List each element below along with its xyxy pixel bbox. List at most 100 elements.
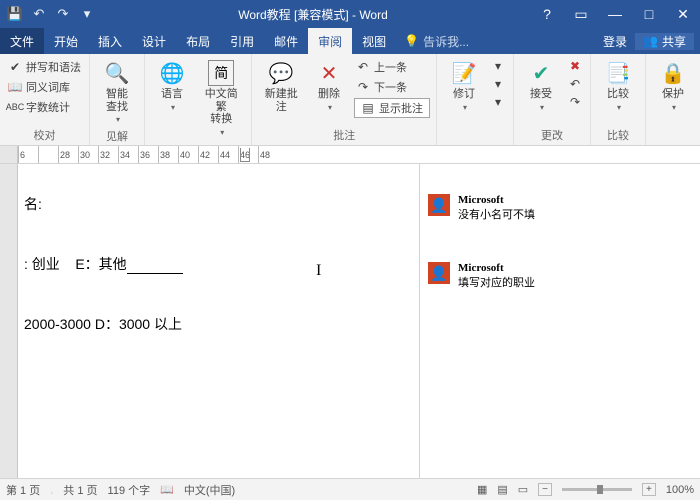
tab-references[interactable]: 引用 [220, 28, 264, 54]
lookup-icon: 🔍 [104, 60, 130, 86]
thesaurus-button[interactable]: 📖同义词库 [6, 78, 83, 96]
status-lang[interactable]: 中文(中国) [184, 482, 235, 498]
zoom-level[interactable]: 100% [666, 484, 694, 496]
title-bar: 💾 ↶ ↷ ▾ Word教程 [兼容模式] - Word ? ▭ — □ ✕ [0, 0, 700, 28]
vertical-ruler[interactable] [0, 164, 18, 484]
prev-change-button[interactable]: ↶ [566, 76, 584, 92]
group-proofing: ✔拼写和语法 📖同义词库 ABC字数统计 校对 [0, 54, 90, 145]
doc-line: 2000-3000 D：3000 以上 [24, 314, 405, 334]
tab-design[interactable]: 设计 [132, 28, 176, 54]
thesaurus-icon: 📖 [8, 80, 22, 94]
maximize-icon[interactable]: □ [632, 0, 666, 28]
prev-icon: ↶ [356, 60, 370, 74]
tracking-opt[interactable]: ▾ [489, 94, 507, 110]
quick-access-toolbar: 💾 ↶ ↷ ▾ [0, 5, 96, 23]
prev-icon: ↶ [568, 77, 582, 91]
window-controls: ? ▭ — □ ✕ [530, 0, 700, 28]
status-proof-icon[interactable]: 📖 [160, 483, 174, 496]
group-protect: 🔒 保护 [646, 54, 700, 145]
next-change-button[interactable]: ↷ [566, 94, 584, 110]
accept-button[interactable]: ✔ 接受 [520, 58, 562, 114]
qat-more-icon[interactable]: ▾ [78, 5, 96, 23]
tell-me[interactable]: 💡告诉我... [396, 28, 477, 54]
next-comment-button[interactable]: ↷下一条 [354, 78, 430, 96]
show-comments-button[interactable]: ▤显示批注 [354, 98, 430, 118]
group-label: 比较 [597, 125, 639, 143]
prev-comment-button[interactable]: ↶上一条 [354, 58, 430, 76]
smart-lookup-button[interactable]: 🔍 智能 查找 [96, 58, 138, 126]
comment-item[interactable]: 👤Microsoft没有小名可不填 [428, 194, 692, 222]
view-read-icon[interactable]: ▦ [477, 483, 487, 496]
tab-layout[interactable]: 布局 [176, 28, 220, 54]
zoom-out-button[interactable]: − [538, 483, 552, 496]
group-label: 批注 [258, 125, 430, 143]
share-button[interactable]: 👥共享 [635, 33, 694, 50]
tab-view[interactable]: 视图 [352, 28, 396, 54]
status-page[interactable]: 第 1 页 [6, 482, 40, 498]
spelling-icon: ✔ [8, 60, 22, 74]
text-cursor: I [316, 262, 321, 280]
protect-button[interactable]: 🔒 保护 [652, 58, 694, 114]
minimize-icon[interactable]: — [598, 0, 632, 28]
delete-comment-button[interactable]: ✕ 删除 [308, 58, 350, 114]
group-label: 见解 [96, 126, 138, 144]
status-bar: 第 1 页, 共 1 页 119 个字 📖 中文(中国) ▦ ▤ ▭ − + 1… [0, 478, 700, 500]
tab-insert[interactable]: 插入 [88, 28, 132, 54]
zoom-in-button[interactable]: + [642, 483, 656, 496]
chinese-convert-button[interactable]: 简 中文简繁 转换 [197, 58, 245, 139]
fill-blank[interactable] [127, 260, 183, 274]
comment-body: 没有小名可不填 [458, 206, 535, 222]
tab-home[interactable]: 开始 [44, 28, 88, 54]
document-page[interactable]: 名: I : 创业 E：其他 2000-3000 D：3000 以上 [18, 164, 420, 484]
group-label [443, 141, 507, 143]
ribbon: ✔拼写和语法 📖同义词库 ABC字数统计 校对 🔍 智能 查找 见解 🌐 语言 … [0, 54, 700, 146]
reject-icon: ✖ [568, 59, 582, 73]
signin-link[interactable]: 登录 [603, 33, 627, 50]
tab-file[interactable]: 文件 [0, 28, 44, 54]
horizontal-ruler[interactable]: 62830323436384042444648 [0, 146, 700, 164]
comment-author: Microsoft [458, 262, 535, 274]
comment-body: 填写对应的职业 [458, 274, 535, 290]
group-label: 更改 [520, 125, 584, 143]
compare-icon: 📑 [605, 60, 631, 86]
delete-icon: ✕ [316, 60, 342, 86]
group-label: 校对 [6, 125, 83, 143]
tab-review[interactable]: 审阅 [308, 28, 352, 54]
group-insights: 🔍 智能 查找 见解 [90, 54, 145, 145]
zoom-slider[interactable] [562, 488, 632, 491]
bulb-icon: 💡 [404, 34, 419, 48]
workspace: 名: I : 创业 E：其他 2000-3000 D：3000 以上 👤Micr… [0, 164, 700, 484]
avatar: 👤 [428, 194, 450, 216]
avatar: 👤 [428, 262, 450, 284]
status-words[interactable]: 119 个字 [108, 482, 151, 498]
lock-icon: 🔒 [660, 60, 686, 86]
group-changes: ✔ 接受 ✖ ↶ ↷ 更改 [514, 54, 591, 145]
view-print-icon[interactable]: ▤ [497, 483, 507, 496]
ribbon-options-icon[interactable]: ▭ [564, 0, 598, 28]
spelling-button[interactable]: ✔拼写和语法 [6, 58, 83, 76]
comment-item[interactable]: 👤 Microsoft填写对应的职业 [428, 262, 692, 290]
window-title: Word教程 [兼容模式] - Word [96, 6, 530, 23]
undo-icon[interactable]: ↶ [30, 5, 48, 23]
new-comment-button[interactable]: 💬 新建批注 [258, 58, 304, 115]
view-web-icon[interactable]: ▭ [518, 483, 528, 496]
doc-line: 名: [24, 194, 405, 214]
margin-marker[interactable] [240, 148, 250, 162]
track-changes-button[interactable]: 📝 修订 [443, 58, 485, 114]
close-icon[interactable]: ✕ [666, 0, 700, 28]
save-icon[interactable]: 💾 [6, 5, 24, 23]
next-icon: ↷ [568, 95, 582, 109]
wordcount-button[interactable]: ABC字数统计 [6, 98, 83, 116]
convert-icon: 简 [208, 60, 234, 86]
help-icon[interactable]: ? [530, 0, 564, 28]
show-icon: ▤ [361, 101, 375, 115]
doc-line: : 创业 E：其他 [24, 254, 405, 274]
language-button[interactable]: 🌐 语言 [151, 58, 193, 114]
tracking-opt[interactable]: ▾ [489, 76, 507, 92]
tracking-opt[interactable]: ▾ [489, 58, 507, 74]
reject-button[interactable]: ✖ [566, 58, 584, 74]
redo-icon[interactable]: ↷ [54, 5, 72, 23]
tab-mailings[interactable]: 邮件 [264, 28, 308, 54]
compare-button[interactable]: 📑 比较 [597, 58, 639, 114]
group-tracking: 📝 修订 ▾ ▾ ▾ [437, 54, 514, 145]
